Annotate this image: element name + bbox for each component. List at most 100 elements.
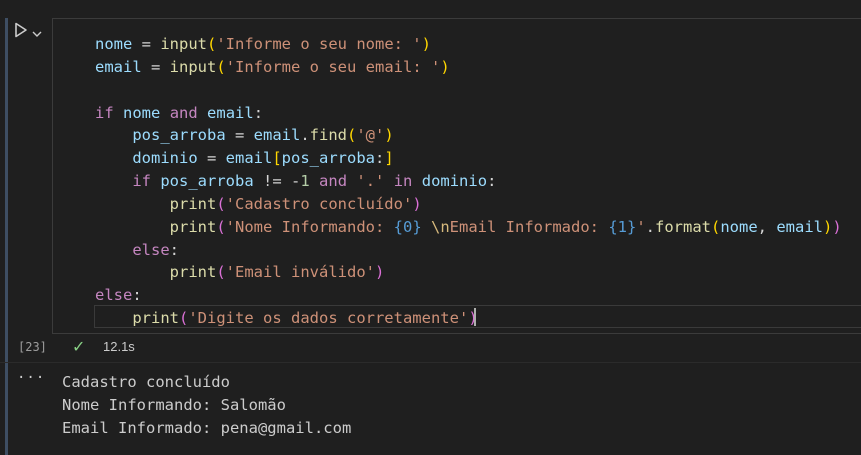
code-token: !=: [253, 172, 291, 191]
code-token: print: [169, 194, 217, 213]
code-editor[interactable]: nome = input('Informe o seu nome: ') emai…: [52, 18, 861, 334]
code-token: print: [132, 309, 179, 328]
code-token: else: [132, 240, 170, 259]
code-token: email: [207, 103, 254, 122]
code-token: :: [487, 172, 497, 191]
code-token: ): [440, 57, 450, 76]
code-token: nome: [720, 217, 758, 236]
output-line: Nome Informando: Salomão: [62, 396, 286, 414]
code-token: :: [132, 286, 142, 305]
code-token: ]: [384, 149, 394, 168]
output-line: Cadastro concluído: [62, 373, 230, 391]
cell-output: Cadastro concluído Nome Informando: Salo…: [62, 371, 351, 440]
output-divider: [0, 362, 861, 363]
code-token: 1: [300, 172, 310, 191]
code-token: [: [272, 149, 282, 168]
code-token: else: [95, 286, 133, 305]
code-token: in: [393, 172, 413, 191]
code-token: input: [169, 57, 217, 76]
code-line: print('Cadastro concluído'): [95, 193, 842, 216]
code-token: (: [207, 35, 217, 53]
run-cell-button[interactable]: [14, 22, 48, 42]
code-line: print('Nome Informando: {0} \nEmail Info…: [95, 216, 842, 239]
code-token: .: [300, 126, 310, 145]
code-token: pos_arroba: [132, 126, 226, 145]
check-icon: ✓: [72, 337, 86, 356]
cell-focus-bar: [5, 18, 8, 455]
code-token: (: [216, 217, 226, 236]
code-token: format: [655, 217, 711, 236]
code-token: 'Digite os dados corretamente': [188, 309, 469, 328]
code-token: find: [309, 126, 347, 145]
code-token: :: [375, 149, 385, 168]
execution-count: [23]: [18, 340, 47, 354]
chevron-down-icon[interactable]: [32, 23, 42, 42]
code-token: (: [216, 194, 226, 213]
code-token: input: [160, 35, 207, 53]
code-line: dominio = email[pos_arroba:]: [95, 147, 842, 170]
execution-duration: 12.1s: [103, 339, 135, 354]
code-token: if: [95, 103, 114, 122]
code-token: print: [169, 263, 217, 282]
output-line: Email Informado: pena@gmail.com: [62, 419, 352, 437]
code-line: if nome and email:: [95, 102, 842, 125]
play-icon: [14, 22, 28, 42]
code-token: (: [179, 309, 189, 328]
code-token: Email Informado:: [449, 217, 609, 236]
code-token: pos_arroba: [281, 149, 375, 168]
code-token: =: [141, 57, 170, 76]
output-menu-icon[interactable]: ···: [17, 370, 45, 386]
code-token: ): [421, 35, 431, 53]
code-token: pos_arroba: [160, 172, 254, 191]
code-token: =: [132, 35, 161, 53]
code-token: (: [711, 217, 721, 236]
code-token: (: [216, 263, 226, 282]
text-cursor: [474, 308, 476, 326]
code-token: dominio: [421, 172, 488, 191]
code-token: and: [169, 103, 198, 122]
code-token: dominio: [132, 149, 198, 168]
code-lines: nome = input('Informe o seu nome: ') emai…: [95, 33, 842, 330]
code-token: .: [645, 217, 655, 236]
code-token: =: [225, 126, 254, 145]
code-token: 'Informe o seu nome: ': [216, 35, 422, 53]
code-token: 'Cadastro concluído': [225, 194, 413, 213]
code-token: email: [776, 217, 824, 236]
code-token: ): [468, 309, 478, 328]
code-token: '.': [356, 172, 385, 191]
code-token: ): [412, 194, 422, 213]
code-token: email: [95, 57, 142, 76]
code-token: \n: [431, 217, 450, 236]
code-token: ': [636, 217, 646, 236]
code-token: =: [197, 149, 226, 168]
code-token: (: [347, 126, 357, 145]
code-token: ): [832, 217, 842, 236]
code-line: else:: [95, 239, 842, 262]
code-token: 'Informe o seu email: ': [225, 57, 441, 76]
code-line: nome = input('Informe o seu nome: '): [95, 33, 842, 56]
code-line: pos_arroba = email.find('@'): [95, 124, 842, 147]
code-token: :: [253, 103, 264, 122]
code-token: ): [823, 217, 833, 236]
code-token: if: [132, 172, 151, 191]
code-token: nome: [123, 103, 161, 122]
code-token: email: [253, 126, 301, 145]
code-line: print('Digite os dados corretamente'): [95, 307, 842, 330]
code-token: and: [319, 172, 348, 191]
